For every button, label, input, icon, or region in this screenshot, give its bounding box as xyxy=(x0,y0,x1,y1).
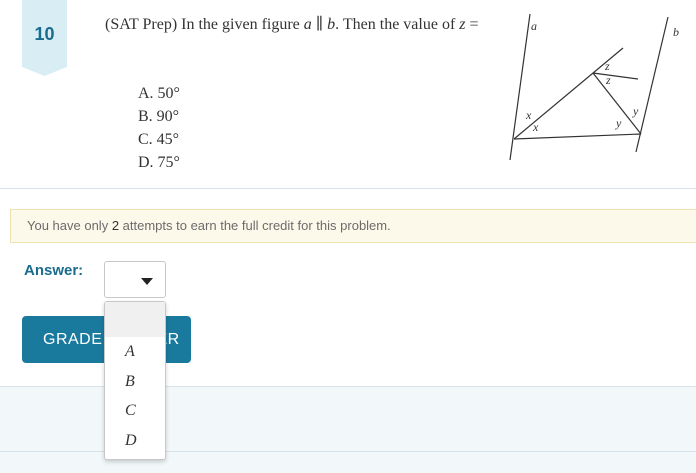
dropdown-option-blank[interactable] xyxy=(105,302,165,337)
transversal-bottom xyxy=(513,133,642,140)
label-b: b xyxy=(673,25,679,39)
dropdown-option-c[interactable]: C xyxy=(105,396,165,426)
label-z-upper: z xyxy=(604,59,610,73)
question-suffix: . Then the value of xyxy=(335,16,460,33)
attempts-before: You have only xyxy=(27,218,112,233)
label-x-upper: x xyxy=(525,108,532,122)
dropdown-option-a[interactable]: A xyxy=(105,337,165,367)
question-text: (SAT Prep) In the given figure a ∥ b. Th… xyxy=(105,14,503,36)
choice-d: D. 75° xyxy=(138,154,180,171)
chevron-down-icon xyxy=(141,278,153,285)
choice-c: C. 45° xyxy=(138,131,180,148)
label-x-lower: x xyxy=(532,120,539,134)
answer-dropdown-menu: A B C D xyxy=(104,301,166,460)
geometry-figure: a b x x z z y y xyxy=(509,13,679,161)
answer-select[interactable] xyxy=(104,261,166,298)
label-a: a xyxy=(531,19,537,33)
attempts-after: attempts to earn the full credit for thi… xyxy=(119,218,391,233)
section-divider xyxy=(0,188,696,189)
label-y-upper: y xyxy=(632,104,639,118)
dropdown-option-b[interactable]: B xyxy=(105,367,165,397)
question-eq: = xyxy=(465,16,479,33)
label-z-lower: z xyxy=(605,73,611,87)
choice-b: B. 90° xyxy=(138,108,180,125)
attempts-count: 2 xyxy=(111,218,120,233)
transversal-short xyxy=(592,72,639,80)
problem-number-badge: 10 xyxy=(22,0,67,76)
answer-label: Answer: xyxy=(24,262,84,279)
attempts-notice: You have only 2 attempts to earn the ful… xyxy=(10,209,696,243)
dropdown-option-d[interactable]: D xyxy=(105,426,165,456)
choice-a: A. 50° xyxy=(138,85,180,102)
question-parallel: a ∥ b xyxy=(303,16,336,33)
problem-number: 10 xyxy=(34,24,55,44)
line-b xyxy=(635,16,669,153)
question-prefix: (SAT Prep) In the given figure xyxy=(105,16,304,33)
label-y-lower: y xyxy=(615,116,622,130)
choice-list: A. 50° B. 90° C. 45° D. 75° xyxy=(138,82,180,174)
